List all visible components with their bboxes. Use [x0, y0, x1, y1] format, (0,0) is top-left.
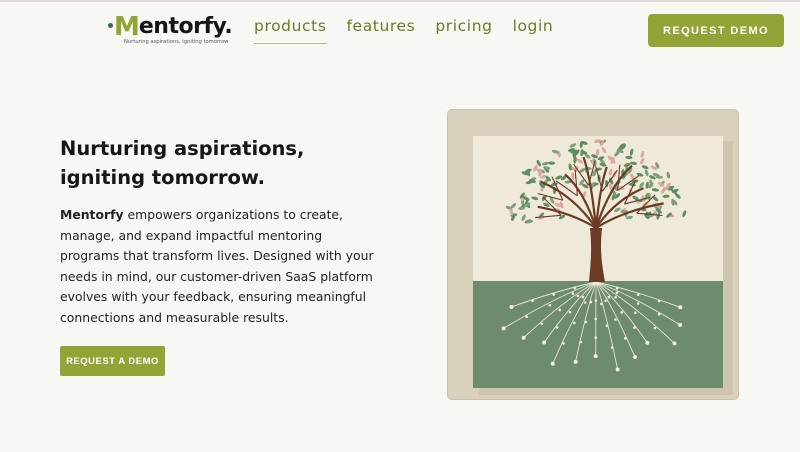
hero-title: Nurturing aspirations, igniting tomorrow… — [60, 137, 305, 189]
logo-text: entorfy. — [138, 14, 233, 39]
nav-link-products[interactable]: products — [254, 17, 327, 44]
logo-tagline: Nurturing aspirations, igniting tomorrow — [124, 39, 229, 45]
request-a-demo-button[interactable]: REQUEST A DEMO — [60, 346, 165, 376]
artwork-ground — [473, 281, 723, 388]
logo-dot-icon — [108, 23, 113, 28]
nav-link-features[interactable]: features — [347, 17, 416, 44]
nav-link-pricing[interactable]: pricing — [435, 17, 492, 44]
brand-logo[interactable]: M entorfy. Nurturing aspirations, igniti… — [108, 12, 243, 48]
request-demo-button[interactable]: REQUEST DEMO — [648, 14, 784, 47]
hero-artwork — [447, 109, 739, 400]
hero-description: Mentorfy empowers organizations to creat… — [60, 205, 378, 328]
logo-wordmark: M entorfy. — [108, 12, 233, 42]
site-header: M entorfy. Nurturing aspirations, igniti… — [0, 0, 800, 60]
hero-description-text: empowers organizations to create, manage… — [60, 207, 374, 325]
nav-link-login[interactable]: login — [513, 17, 554, 44]
main-nav: products features pricing login — [254, 17, 573, 44]
tree-with-roots-illustration-icon — [473, 136, 733, 395]
hero-description-brand: Mentorfy — [60, 207, 124, 222]
logo-letter-m: M — [114, 12, 140, 42]
